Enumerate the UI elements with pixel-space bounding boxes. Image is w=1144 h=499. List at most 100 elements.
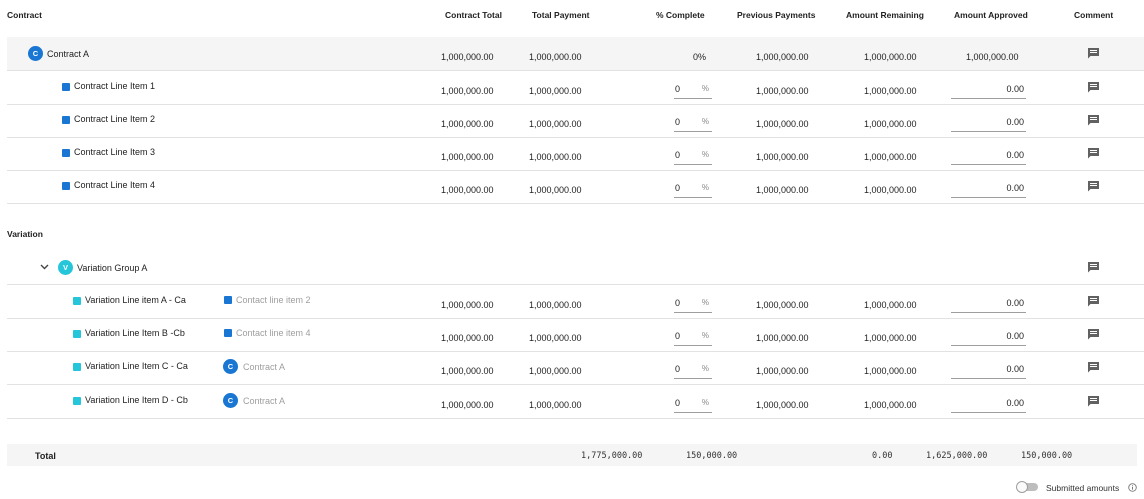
comment-icon[interactable]: [1087, 47, 1100, 59]
comment-icon[interactable]: [1087, 361, 1100, 373]
comment-icon[interactable]: [1087, 295, 1100, 307]
pct-unit: %: [701, 183, 709, 192]
amount-approved-value: 0.00: [1006, 331, 1024, 341]
contract-line-row[interactable]: Contract Line Item 3 1,000,000.00 1,000,00…: [7, 137, 1144, 171]
contract-line-row[interactable]: Contract Line Item 1 1,000,000.00 1,000,00…: [7, 71, 1144, 105]
pct-value: 0: [675, 298, 681, 308]
contract-total: 1,000,000.00: [441, 185, 494, 195]
pct-value: 0: [675, 150, 681, 160]
contract-total: 1,000,000.00: [441, 300, 494, 310]
comment-icon[interactable]: [1087, 261, 1100, 273]
pct-unit: %: [701, 364, 709, 373]
variation-section-title: Variation: [7, 229, 43, 239]
line-item-name: Contract Line Item 3: [74, 147, 156, 157]
amount-approved: 1,000,000.00: [966, 52, 1019, 62]
pct-unit: %: [701, 84, 709, 93]
pct-complete-input[interactable]: 0%: [674, 112, 712, 132]
total-value-1: 1,775,000.00: [581, 451, 643, 461]
contract-badge: C: [28, 46, 43, 61]
line-item-icon: [62, 182, 70, 190]
comment-icon[interactable]: [1087, 180, 1100, 192]
line-item-name: Variation Line Item D - Cb: [85, 395, 188, 405]
contract-line-row[interactable]: Contract Line Item 2 1,000,000.00 1,000,00…: [7, 104, 1144, 138]
amount-remaining: 1,000,000.00: [864, 185, 917, 195]
pct-complete-input[interactable]: 0%: [674, 326, 712, 346]
amount-remaining: 1,000,000.00: [864, 400, 917, 410]
amount-remaining: 1,000,000.00: [864, 152, 917, 162]
comment-icon[interactable]: [1087, 328, 1100, 340]
col-comment: Comment: [1074, 10, 1114, 20]
comment-icon[interactable]: [1087, 147, 1100, 159]
contract-total: 1,000,000.00: [441, 52, 494, 62]
linked-item-label[interactable]: Contact line item 2: [236, 295, 311, 305]
previous-payments: 1,000,000.00: [756, 86, 809, 96]
line-item-icon: [73, 363, 81, 371]
variation-group-row[interactable]: V Variation Group A: [7, 251, 1144, 285]
info-icon[interactable]: [1128, 483, 1137, 492]
line-item-name: Variation Line Item B -Cb: [85, 328, 185, 338]
amount-approved-input[interactable]: 0.00: [951, 326, 1026, 346]
pct-complete-input[interactable]: 0%: [674, 178, 712, 198]
pct-unit: %: [701, 150, 709, 159]
submitted-amounts-toggle[interactable]: [1016, 481, 1038, 493]
line-item-icon: [73, 330, 81, 338]
pct-complete-input[interactable]: 0%: [674, 145, 712, 165]
contract-total: 1,000,000.00: [441, 119, 494, 129]
linked-item-icon: [224, 296, 232, 304]
line-item-icon: [62, 116, 70, 124]
total-label: Total: [35, 451, 56, 461]
linked-item-label[interactable]: Contact line item 4: [236, 328, 311, 338]
contract-total: 1,000,000.00: [441, 152, 494, 162]
total-payment: 1,000,000.00: [529, 86, 582, 96]
table-header: Contract Contract Total Total Payment % …: [0, 0, 1144, 30]
col-pct-complete: % Complete: [656, 10, 705, 20]
amount-remaining: 1,000,000.00: [864, 52, 917, 62]
comment-icon[interactable]: [1087, 81, 1100, 93]
variation-line-row[interactable]: Variation Line Item B -Cb Contact line it…: [7, 318, 1144, 352]
amount-approved-input[interactable]: 0.00: [951, 393, 1026, 413]
variation-line-row[interactable]: Variation Line Item C - Ca C Contract A 1,0…: [7, 351, 1144, 385]
col-amount-remaining: Amount Remaining: [846, 10, 924, 20]
total-payment: 1,000,000.00: [529, 185, 582, 195]
amount-approved-input[interactable]: 0.00: [951, 359, 1026, 379]
variation-line-row[interactable]: Variation Line item A - Ca Contact line i…: [7, 285, 1144, 319]
amount-approved-value: 0.00: [1006, 150, 1024, 160]
amount-approved-input[interactable]: 0.00: [951, 145, 1026, 165]
line-item-icon: [73, 397, 81, 405]
total-payment: 1,000,000.00: [529, 366, 582, 376]
line-item-name: Contract Line Item 2: [74, 114, 156, 124]
variation-group-name: Variation Group A: [77, 263, 148, 273]
pct-complete-input[interactable]: 0%: [674, 79, 712, 99]
previous-payments: 1,000,000.00: [756, 333, 809, 343]
pct-value: 0: [675, 398, 681, 408]
amount-approved-input[interactable]: 0.00: [951, 178, 1026, 198]
comment-icon[interactable]: [1087, 114, 1100, 126]
chevron-down-icon[interactable]: [40, 264, 49, 270]
pct-complete-input[interactable]: 0%: [674, 293, 712, 313]
pct-value: 0: [675, 84, 681, 94]
amount-approved-input[interactable]: 0.00: [951, 293, 1026, 313]
contract-total: 1,000,000.00: [441, 86, 494, 96]
amount-approved-input[interactable]: 0.00: [951, 112, 1026, 132]
col-total-payment: Total Payment: [532, 10, 590, 20]
contract-line-row[interactable]: Contract Line Item 4 1,000,000.00 1,000,00…: [7, 170, 1144, 204]
pct-value: 0: [675, 331, 681, 341]
linked-contract-label[interactable]: Contract A: [243, 396, 285, 406]
pct-complete-input[interactable]: 0%: [674, 393, 712, 413]
pct-complete-input[interactable]: 0%: [674, 359, 712, 379]
amount-approved-value: 0.00: [1006, 84, 1024, 94]
variation-line-row[interactable]: Variation Line Item D - Cb C Contract A 1,0…: [7, 385, 1144, 419]
pct-complete: 0%: [693, 52, 707, 62]
contract-row[interactable]: C Contract A 1,000,000.00 1,000,000.00 0…: [7, 37, 1144, 71]
amount-approved-value: 0.00: [1006, 298, 1024, 308]
previous-payments: 1,000,000.00: [756, 152, 809, 162]
amount-approved-input[interactable]: 0.00: [951, 79, 1026, 99]
comment-icon[interactable]: [1087, 395, 1100, 407]
line-item-icon: [73, 297, 81, 305]
contract-total: 1,000,000.00: [441, 333, 494, 343]
contract-total: 1,000,000.00: [441, 400, 494, 410]
contract-total: 1,000,000.00: [441, 366, 494, 376]
amount-approved-value: 0.00: [1006, 364, 1024, 374]
amount-approved-value: 0.00: [1006, 117, 1024, 127]
linked-contract-label[interactable]: Contract A: [243, 362, 285, 372]
